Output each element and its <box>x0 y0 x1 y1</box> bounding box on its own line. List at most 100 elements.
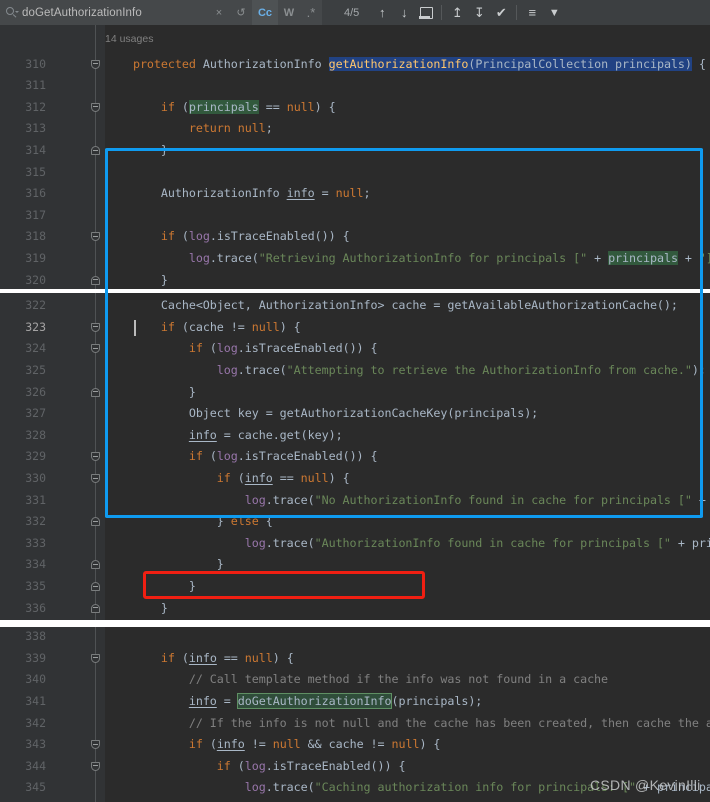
code-line-text[interactable]: log.trace("Attempting to retrieve the Au… <box>105 360 706 382</box>
code-line-row[interactable]: 328 info = cache.get(key); <box>0 425 710 447</box>
fold-collapse-icon[interactable] <box>91 59 100 69</box>
code-line-text[interactable]: if (log.isTraceEnabled()) { <box>105 756 406 778</box>
fold-end-icon[interactable] <box>91 517 100 527</box>
code-line-text[interactable]: return null; <box>105 118 273 140</box>
add-caret-below-button[interactable]: ↧ <box>468 0 490 25</box>
code-line-row[interactable]: 325 log.trace("Attempting to retrieve th… <box>0 360 710 382</box>
code-line-row[interactable]: 317 <box>0 205 710 227</box>
fold-end-icon[interactable] <box>91 582 100 591</box>
code-line-text[interactable]: } <box>105 598 168 620</box>
code-line-row[interactable]: 320 } <box>0 270 710 292</box>
fold-collapse-icon[interactable] <box>91 322 100 332</box>
match-case-button[interactable]: Cc <box>252 0 278 25</box>
code-line-row[interactable]: 316 AuthorizationInfo info = null; <box>0 183 710 205</box>
fold-collapse-icon[interactable] <box>91 232 100 242</box>
fold-end-icon[interactable] <box>91 146 100 155</box>
line-number: 344 <box>25 758 46 773</box>
code-line-text[interactable]: AuthorizationInfo info = null; <box>105 183 371 205</box>
find-previous-button[interactable]: ↑ <box>371 0 393 25</box>
code-line-text[interactable]: log.trace("No AuthorizationInfo found in… <box>105 490 710 512</box>
line-number: 339 <box>25 650 46 665</box>
fold-collapse-icon[interactable] <box>91 102 100 112</box>
code-line-text[interactable]: info = cache.get(key); <box>105 425 343 447</box>
words-button[interactable]: W <box>278 0 300 25</box>
line-number: 332 <box>25 514 46 529</box>
line-number: 324 <box>25 341 46 356</box>
code-line-text[interactable]: // Call template method if the info was … <box>105 669 608 691</box>
filter-search-button[interactable]: ▼ <box>543 0 565 25</box>
clear-search-button[interactable]: × <box>208 0 230 25</box>
code-line-row[interactable]: 314 } <box>0 140 710 162</box>
code-line-row[interactable]: 323 if (cache != null) { <box>0 317 710 339</box>
code-line-row[interactable]: 318 if (log.isTraceEnabled()) { <box>0 226 710 248</box>
fold-collapse-icon[interactable] <box>91 761 100 771</box>
code-line-text[interactable]: info = doGetAuthorizationInfo(principals… <box>105 691 482 713</box>
code-line-row[interactable]: 335 } <box>0 576 710 598</box>
fold-end-icon[interactable] <box>91 275 100 285</box>
code-line-row[interactable]: 319 log.trace("Retrieving AuthorizationI… <box>0 248 710 270</box>
code-line-row[interactable]: 336 } <box>0 598 710 620</box>
code-line-row[interactable]: 332 } else { <box>0 511 710 533</box>
code-line-text[interactable]: Object key = getAuthorizationCacheKey(pr… <box>105 403 538 425</box>
add-caret-above-button[interactable]: ↥ <box>446 0 468 25</box>
line-number: 315 <box>25 164 46 179</box>
code-line-text[interactable]: if (log.isTraceEnabled()) { <box>105 226 350 248</box>
code-line-row[interactable]: 331 log.trace("No AuthorizationInfo foun… <box>0 490 710 512</box>
multiline-search-button[interactable]: ≡ <box>521 0 543 25</box>
fold-collapse-icon[interactable] <box>91 344 100 354</box>
code-line-row[interactable]: 338 <box>0 626 710 648</box>
code-line-row[interactable]: 326 } <box>0 382 710 404</box>
code-line-row[interactable]: 322 Cache<Object, AuthorizationInfo> cac… <box>0 295 710 317</box>
code-line-text[interactable]: log.trace("AuthorizationInfo found in ca… <box>105 533 710 555</box>
code-line-row[interactable]: 312 if (principals == null) { <box>0 97 710 119</box>
code-line-row[interactable]: 341 info = doGetAuthorizationInfo(princi… <box>0 691 710 713</box>
find-input-wrapper[interactable]: doGetAuthorizationInfo <box>0 0 208 25</box>
code-line-text[interactable]: } <box>105 576 196 598</box>
fold-collapse-icon[interactable] <box>91 452 100 462</box>
code-line-text[interactable]: } <box>105 554 224 576</box>
fold-collapse-icon[interactable] <box>91 740 100 750</box>
code-line-text[interactable]: } else { <box>105 511 273 533</box>
code-line-row[interactable]: 324 if (log.isTraceEnabled()) { <box>0 338 710 360</box>
code-line-text[interactable]: Cache<Object, AuthorizationInfo> cache =… <box>105 295 678 317</box>
regex-button[interactable]: .* <box>300 0 322 25</box>
code-line-row[interactable]: 329 if (log.isTraceEnabled()) { <box>0 446 710 468</box>
code-line-row[interactable]: 311 <box>0 75 710 97</box>
code-line-text[interactable]: // If the info is not null and the cache… <box>105 713 710 735</box>
search-history-icon[interactable]: ↺ <box>230 0 252 25</box>
code-line-row[interactable]: 334 } <box>0 554 710 576</box>
fold-collapse-icon[interactable] <box>91 474 100 483</box>
fold-end-icon[interactable] <box>91 603 100 613</box>
code-line-text[interactable]: if (principals == null) { <box>105 97 336 119</box>
code-line-text[interactable]: protected AuthorizationInfo getAuthoriza… <box>105 54 706 76</box>
fold-collapse-icon[interactable] <box>91 653 100 663</box>
code-line-text[interactable]: } <box>105 140 168 162</box>
code-line-row[interactable]: 342 // If the info is not null and the c… <box>0 713 710 735</box>
code-line-text[interactable]: log.trace("Retrieving AuthorizationInfo … <box>105 248 710 270</box>
code-line-row[interactable]: 313 return null; <box>0 118 710 140</box>
code-line-row[interactable]: 344 if (log.isTraceEnabled()) { <box>0 756 710 778</box>
code-line-row[interactable]: 327 Object key = getAuthorizationCacheKe… <box>0 403 710 425</box>
select-occurrences-button[interactable]: ✔ <box>490 0 512 25</box>
fold-end-icon[interactable] <box>91 560 100 570</box>
code-line-row[interactable]: 340 // Call template method if the info … <box>0 669 710 691</box>
usages-hint-label[interactable]: 14 usages <box>105 29 153 51</box>
find-next-button[interactable]: ↓ <box>393 0 415 25</box>
fold-end-icon[interactable] <box>91 387 100 397</box>
code-line-row[interactable]: 339 if (info == null) { <box>0 648 710 670</box>
code-line-row[interactable]: 310 protected AuthorizationInfo getAutho… <box>0 54 710 76</box>
code-line-text[interactable]: if (info == null) { <box>105 648 294 670</box>
code-line-row[interactable]: 315 <box>0 162 710 184</box>
code-line-text[interactable]: } <box>105 270 168 292</box>
select-all-occurrences-button[interactable] <box>415 0 437 25</box>
code-line-text[interactable]: if (log.isTraceEnabled()) { <box>105 338 378 360</box>
code-line-row[interactable]: 333 log.trace("AuthorizationInfo found i… <box>0 533 710 555</box>
code-line-row[interactable]: 343 if (info != null && cache != null) { <box>0 734 710 756</box>
code-line-text[interactable]: if (log.isTraceEnabled()) { <box>105 446 378 468</box>
code-line-text[interactable]: if (info != null && cache != null) { <box>105 734 441 756</box>
code-line-text[interactable]: if (info == null) { <box>105 468 350 490</box>
code-line-text[interactable]: } <box>105 382 196 404</box>
code-line-row[interactable]: 330 if (info == null) { <box>0 468 710 490</box>
search-input[interactable]: doGetAuthorizationInfo <box>22 7 142 19</box>
code-editor[interactable]: 14 usages 310 protected AuthorizationInf… <box>0 25 710 802</box>
